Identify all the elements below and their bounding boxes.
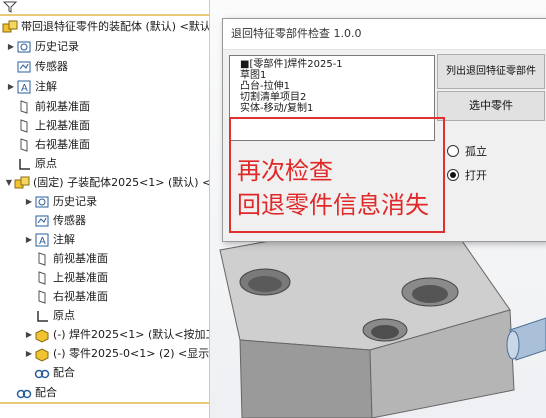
sensor-icon xyxy=(16,59,32,75)
tree-toolbar xyxy=(0,0,209,14)
radio-isolate-label: 孤立 xyxy=(465,145,487,158)
assembly-icon xyxy=(14,175,30,191)
tree-separator xyxy=(0,402,209,404)
list-rollback-parts-button[interactable]: 列出退回特征零部件 xyxy=(437,54,545,89)
tree-item-label: (-) 零件2025-0<1> (2) <显示状 xyxy=(53,347,210,360)
select-part-button[interactable]: 选中零件 xyxy=(437,91,545,121)
expand-arrow-icon[interactable]: ▶ xyxy=(6,78,16,96)
tree-item-label: 右视基准面 xyxy=(35,138,90,151)
subassembly-label: (固定) 子装配体2025<1> (默认) <默 xyxy=(33,176,210,189)
mates-icon xyxy=(16,385,32,401)
part-icon xyxy=(34,346,50,362)
feature-manager-tree: 带回退特征零件的装配体 (默认) <默认_显 ▶ 历史记录 传感器 ▶ A 注解… xyxy=(0,0,210,418)
plane-icon xyxy=(34,289,50,305)
sub-item-front-plane[interactable]: 前视基准面 xyxy=(34,250,108,268)
sensor-icon xyxy=(34,213,50,229)
plane-icon xyxy=(34,251,50,267)
list-item[interactable]: ■[零部件]焊件2025-1 xyxy=(230,59,434,70)
tree-root-assembly[interactable]: 带回退特征零件的装配体 (默认) <默认_显 xyxy=(2,18,210,36)
annotation-box: 再次检查 回退零件信息消失 xyxy=(229,117,445,233)
sub-item-top-plane[interactable]: 上视基准面 xyxy=(34,269,108,287)
tree-item-label: 传感器 xyxy=(35,60,68,73)
annotation-line-2: 回退零件信息消失 xyxy=(237,191,429,219)
list-item[interactable]: 草图1 xyxy=(230,70,434,81)
tree-item-history[interactable]: ▶ 历史记录 xyxy=(6,38,79,56)
tree-item-label: 历史记录 xyxy=(35,40,79,53)
radio-open[interactable]: 打开 xyxy=(447,167,487,183)
plane-icon xyxy=(34,270,50,286)
expand-arrow-icon[interactable]: ▶ xyxy=(6,38,16,56)
part-icon xyxy=(34,327,50,343)
dialog-titlebar[interactable]: 退回特征零部件检查 1.0.0 xyxy=(223,19,546,50)
tree-item-label: 注解 xyxy=(53,233,75,246)
plane-icon xyxy=(16,137,32,153)
sub-item-annotations[interactable]: ▶ A 注解 xyxy=(24,231,75,249)
root-assembly-label: 带回退特征零件的装配体 (默认) <默认_显 xyxy=(21,20,210,33)
tree-separator xyxy=(0,14,209,16)
tree-item-right-plane[interactable]: 右视基准面 xyxy=(16,136,90,154)
assembly-icon xyxy=(2,19,18,35)
tree-item-label: 配合 xyxy=(53,366,75,379)
collapse-arrow-icon[interactable]: ▼ xyxy=(4,174,14,192)
expand-arrow-icon[interactable]: ▶ xyxy=(24,345,34,363)
tree-item-label: 原点 xyxy=(53,309,75,322)
list-item[interactable]: 凸台-拉伸1 xyxy=(230,81,434,92)
list-item[interactable]: 切割清单项目2 xyxy=(230,92,434,103)
radio-checked-icon[interactable] xyxy=(447,169,459,181)
tree-item-label: 历史记录 xyxy=(53,195,97,208)
expand-arrow-icon[interactable]: ▶ xyxy=(24,231,34,249)
plane-icon xyxy=(16,118,32,134)
tree-item-label: 上视基准面 xyxy=(35,119,90,132)
sub-item-mates[interactable]: 配合 xyxy=(34,364,75,382)
tree-item-front-plane[interactable]: 前视基准面 xyxy=(16,98,90,116)
radio-open-label: 打开 xyxy=(465,169,487,182)
tree-item-label: 注解 xyxy=(35,80,57,93)
tree-subassembly[interactable]: ▼ (固定) 子装配体2025<1> (默认) <默 xyxy=(4,174,210,192)
sub-item-history[interactable]: ▶ 历史记录 xyxy=(24,193,97,211)
annotation-icon: A xyxy=(34,232,50,248)
tree-item-sensors[interactable]: 传感器 xyxy=(16,58,68,76)
tree-item-label: 前视基准面 xyxy=(35,100,90,113)
filter-icon[interactable] xyxy=(3,1,17,13)
list-item[interactable]: 实体-移动/复制1 xyxy=(230,103,434,114)
sub-item-part[interactable]: ▶ (-) 零件2025-0<1> (2) <显示状 xyxy=(24,345,210,363)
tree-item-label: (-) 焊件2025<1> (默认<按加工 xyxy=(53,328,210,341)
origin-icon xyxy=(16,156,32,172)
origin-icon xyxy=(34,308,50,324)
tree-item-annotations[interactable]: ▶ A 注解 xyxy=(6,78,57,96)
plane-icon xyxy=(16,99,32,115)
radio-unchecked-icon[interactable] xyxy=(447,145,459,157)
tree-item-label: 配合 xyxy=(35,386,57,399)
expand-arrow-icon[interactable]: ▶ xyxy=(24,326,34,344)
dialog-title: 退回特征零部件检查 1.0.0 xyxy=(231,27,362,40)
sub-item-sensors[interactable]: 传感器 xyxy=(34,212,86,230)
tree-item-label: 传感器 xyxy=(53,214,86,227)
annotation-icon: A xyxy=(16,79,32,95)
svg-text:A: A xyxy=(21,83,28,94)
tree-item-label: 原点 xyxy=(35,157,57,170)
tree-item-mates[interactable]: 配合 xyxy=(16,384,57,402)
mates-icon xyxy=(34,365,50,381)
svg-text:A: A xyxy=(39,236,46,247)
sub-item-right-plane[interactable]: 右视基准面 xyxy=(34,288,108,306)
sub-item-weldment[interactable]: ▶ (-) 焊件2025<1> (默认<按加工 xyxy=(24,326,210,344)
annotation-line-1: 再次检查 xyxy=(237,157,333,185)
history-icon xyxy=(16,39,32,55)
expand-arrow-icon[interactable]: ▶ xyxy=(24,193,34,211)
sub-item-origin[interactable]: 原点 xyxy=(34,307,75,325)
tree-item-origin[interactable]: 原点 xyxy=(16,155,57,173)
tree-item-label: 前视基准面 xyxy=(53,252,108,265)
tree-item-label: 上视基准面 xyxy=(53,271,108,284)
history-icon xyxy=(34,194,50,210)
tree-item-top-plane[interactable]: 上视基准面 xyxy=(16,117,90,135)
tree-item-label: 右视基准面 xyxy=(53,290,108,303)
radio-isolate[interactable]: 孤立 xyxy=(447,143,487,159)
